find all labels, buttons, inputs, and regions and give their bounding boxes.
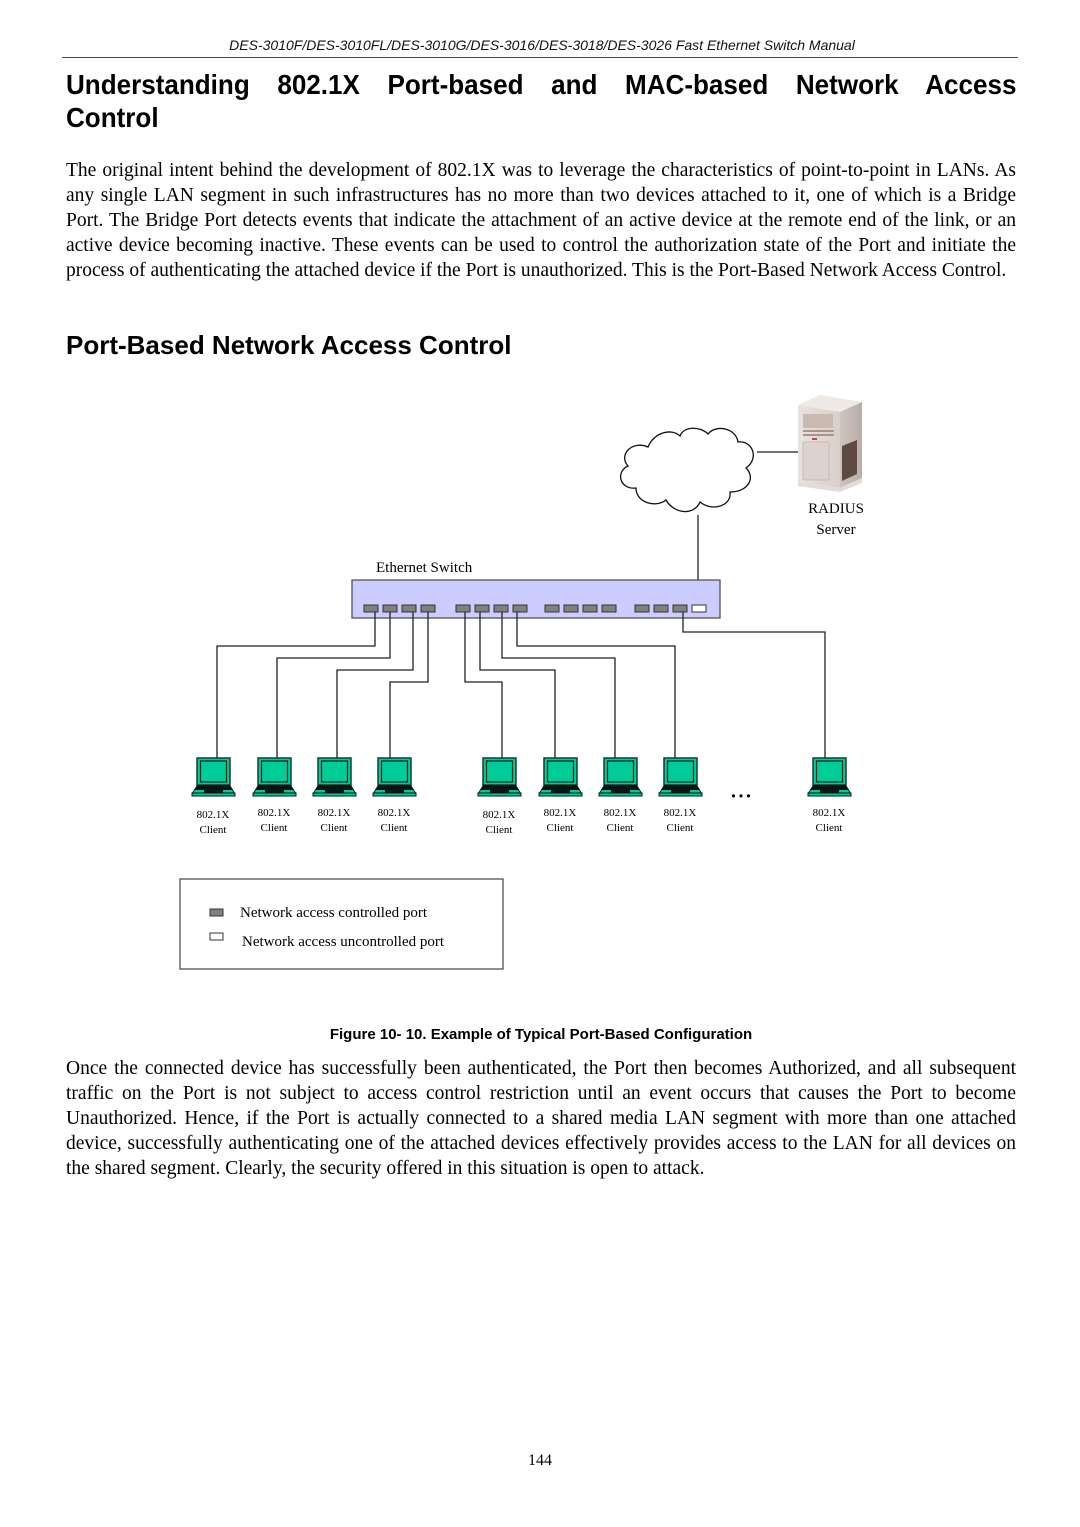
header-rule [62, 57, 1018, 58]
clients: 802.1XClient802.1XClient802.1XClient802.… [191, 757, 852, 836]
port-based-diagram: RADIUS Server Ethernet Switch 802.1X Clie… [179, 395, 864, 970]
section-title-line1: Understanding 802.1X Port-based and MAC-… [66, 69, 1017, 100]
laptop-icon [538, 757, 583, 797]
controlled-port-swatch [209, 908, 224, 917]
controlled-port [493, 604, 509, 613]
client-label-line1: 802.1X [813, 807, 846, 819]
legend-controlled-label: Network access controlled port [240, 905, 428, 921]
controlled-port [382, 604, 398, 613]
client-label-line1: 802.1X [544, 807, 577, 819]
client-cable [464, 612, 503, 758]
client-label-line2: Client [667, 822, 694, 834]
running-header: DES-3010F/DES-3010FL/DES-3010G/DES-3016/… [229, 37, 855, 53]
laptop-icon [191, 757, 236, 797]
client-label-line2: Client [261, 822, 288, 834]
controlled-port [582, 604, 598, 613]
client-laptop: 802.1X Client [477, 757, 522, 836]
client-laptop: 802.1X Client [372, 757, 417, 834]
client-cable [389, 612, 429, 758]
uncontrolled-port [691, 604, 707, 613]
radius-label-line2: Server [816, 522, 855, 538]
client-laptop: 802.1X Client [807, 757, 852, 834]
client-label-line2: Client [547, 822, 574, 834]
laptop-icon [807, 757, 852, 797]
controlled-port [653, 604, 669, 613]
legend-uncontrolled-label: Network access uncontrolled port [242, 934, 445, 950]
controlled-port [420, 604, 436, 613]
client-laptop: 802.1X Client [538, 757, 583, 834]
controlled-port [544, 604, 560, 613]
client-laptop: 802.1X Client [252, 757, 297, 834]
more-clients-ellipsis: • • • [731, 789, 750, 803]
client-cable [216, 612, 376, 758]
controlled-port [474, 604, 490, 613]
client-label-line2: Client [200, 824, 227, 836]
client-cable [682, 612, 826, 758]
client-label-line1: 802.1X [378, 807, 411, 819]
intro-paragraph: The original intent behind the developme… [66, 160, 1016, 281]
client-label-line1: 802.1X [483, 809, 516, 821]
client-laptop: 802.1X Client [191, 757, 236, 836]
radius-server-icon [798, 395, 862, 492]
client-label-line1: 802.1X [197, 809, 230, 821]
section-title-line2: Control [66, 102, 159, 133]
client-label-line1: 802.1X [664, 807, 697, 819]
client-label-line2: Client [816, 822, 843, 834]
laptop-icon [477, 757, 522, 797]
controlled-port [601, 604, 617, 613]
controlled-port [401, 604, 417, 613]
controlled-port [634, 604, 650, 613]
laptop-icon [312, 757, 357, 797]
figure-caption: Figure 10- 10. Example of Typical Port-B… [329, 1026, 753, 1043]
client-laptop: 802.1X Client [598, 757, 643, 834]
client-cable [276, 612, 391, 758]
controlled-port [672, 604, 688, 613]
client-laptop: 802.1X Client [658, 757, 703, 834]
network-cloud-icon [619, 427, 754, 513]
client-label-line2: Client [321, 822, 348, 834]
laptop-icon [598, 757, 643, 797]
section-title: Understanding 802.1X Port-based and MAC-… [66, 68, 1016, 134]
client-laptop: 802.1X Client [312, 757, 357, 834]
page-number: 144 [528, 1452, 552, 1469]
client-label-line2: Client [381, 822, 408, 834]
controlled-port [512, 604, 528, 613]
authorization-paragraph: Once the connected device has successful… [66, 1058, 1016, 1179]
legend-box [179, 878, 504, 970]
switch-label: Ethernet Switch [376, 560, 473, 576]
client-label-line1: 802.1X [318, 807, 351, 819]
uncontrolled-port-swatch [209, 932, 224, 941]
radius-label-line1: RADIUS [808, 501, 864, 517]
laptop-icon [658, 757, 703, 797]
client-label-line1: 802.1X [604, 807, 637, 819]
client-cable [516, 612, 676, 758]
cables [216, 612, 826, 758]
laptop-icon [252, 757, 297, 797]
laptop-icon [372, 757, 417, 797]
controlled-port [563, 604, 579, 613]
client-label-line1: 802.1X [258, 807, 291, 819]
controlled-port [455, 604, 471, 613]
client-label-line2: Client [486, 824, 513, 836]
client-label-line2: Client [607, 822, 634, 834]
controlled-port [363, 604, 379, 613]
client-cable [501, 612, 616, 758]
subsection-title: Port-Based Network Access Control [66, 330, 512, 360]
